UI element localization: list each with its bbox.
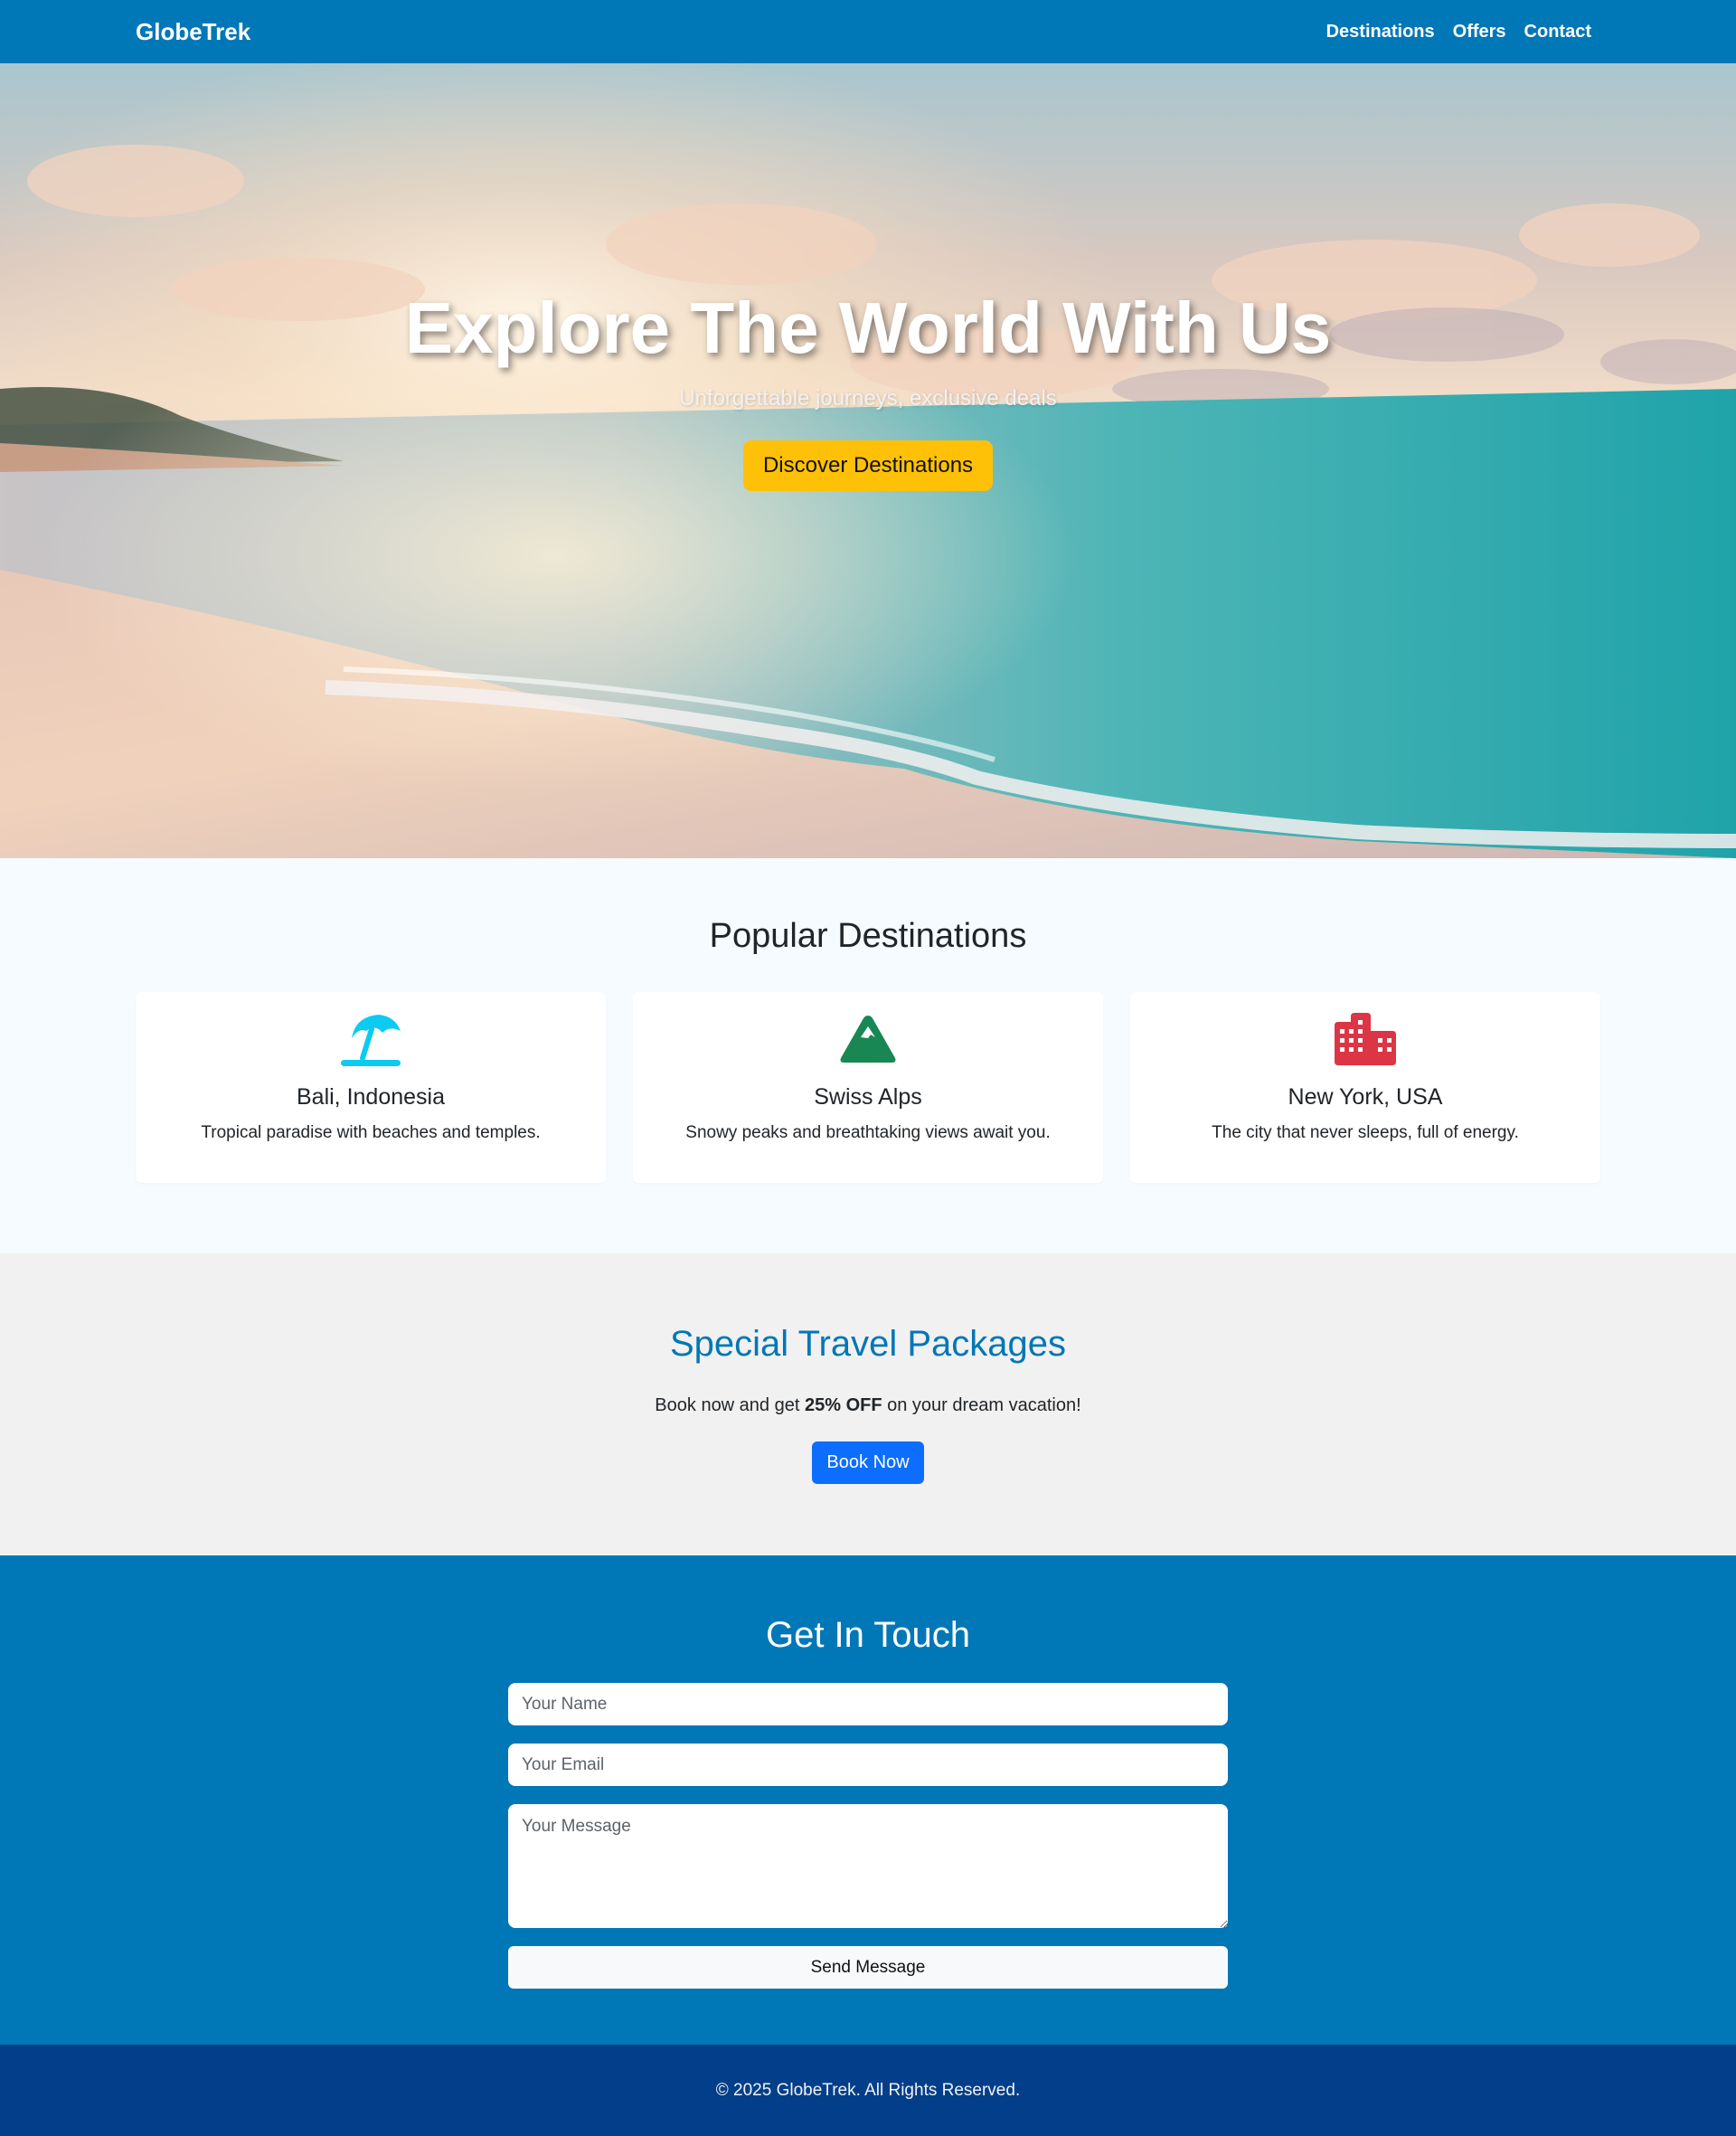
- name-input[interactable]: [508, 1683, 1228, 1725]
- offers-text: Book now and get 25% OFF on your dream v…: [0, 1395, 1736, 1416]
- destination-cards: Bali, Indonesia Tropical paradise with b…: [0, 992, 1736, 1183]
- offers-title: Special Travel Packages: [669, 1324, 1066, 1364]
- destination-card-bali: Bali, Indonesia Tropical paradise with b…: [136, 992, 606, 1183]
- card-text: Snowy peaks and breathtaking views await…: [685, 1123, 1051, 1142]
- hero-subtitle: Unforgettable journeys, exclusive deals: [679, 385, 1057, 411]
- hero-content: Explore The World With Us Unforgettable …: [404, 287, 1332, 491]
- city-buildings-icon: [1329, 1010, 1401, 1068]
- contact-title: Get In Touch: [765, 1615, 971, 1655]
- book-now-button[interactable]: Book Now: [812, 1441, 924, 1484]
- mountain-icon: [832, 1010, 904, 1068]
- email-input[interactable]: [508, 1744, 1228, 1786]
- send-message-button[interactable]: Send Message: [508, 1946, 1228, 1989]
- offers-text-before: Book now and get: [655, 1395, 805, 1415]
- nav-link-offers[interactable]: Offers: [1453, 22, 1506, 43]
- card-title: Bali, Indonesia: [296, 1084, 445, 1110]
- destinations-section: Popular Destinations Bali, Indonesia Tro…: [0, 858, 1736, 1253]
- destination-card-new-york: New York, USA The city that never sleeps…: [1130, 992, 1600, 1183]
- destinations-title: Popular Destinations: [709, 917, 1027, 955]
- hero-title: Explore The World With Us: [404, 287, 1332, 368]
- nav-link-destinations[interactable]: Destinations: [1326, 22, 1435, 43]
- destination-card-swiss-alps: Swiss Alps Snowy peaks and breathtaking …: [633, 992, 1103, 1183]
- card-title: Swiss Alps: [814, 1084, 922, 1110]
- beach-umbrella-icon: [335, 1010, 407, 1068]
- card-title: New York, USA: [1288, 1084, 1443, 1110]
- card-text: Tropical paradise with beaches and templ…: [201, 1123, 541, 1142]
- contact-form: Send Message: [508, 1683, 1228, 1989]
- hero-section: Explore The World With Us Unforgettable …: [0, 63, 1736, 858]
- nav-link-contact[interactable]: Contact: [1524, 22, 1591, 43]
- offers-text-after: on your dream vacation!: [882, 1395, 1081, 1415]
- discover-destinations-button[interactable]: Discover Destinations: [742, 439, 994, 491]
- offers-discount: 25% OFF: [804, 1395, 882, 1415]
- offers-section: Special Travel Packages Book now and get…: [0, 1253, 1736, 1555]
- brand-logo[interactable]: GlobeTrek: [136, 18, 250, 46]
- footer-copyright: © 2025 GlobeTrek. All Rights Reserved.: [715, 2080, 1021, 2100]
- nav-links: Destinations Offers Contact: [1326, 22, 1591, 43]
- navbar: GlobeTrek Destinations Offers Contact: [0, 0, 1736, 63]
- contact-section: Get In Touch Send Message: [0, 1555, 1736, 2045]
- message-textarea[interactable]: [508, 1804, 1228, 1928]
- footer: © 2025 GlobeTrek. All Rights Reserved.: [0, 2045, 1736, 2136]
- card-text: The city that never sleeps, full of ener…: [1212, 1123, 1519, 1142]
